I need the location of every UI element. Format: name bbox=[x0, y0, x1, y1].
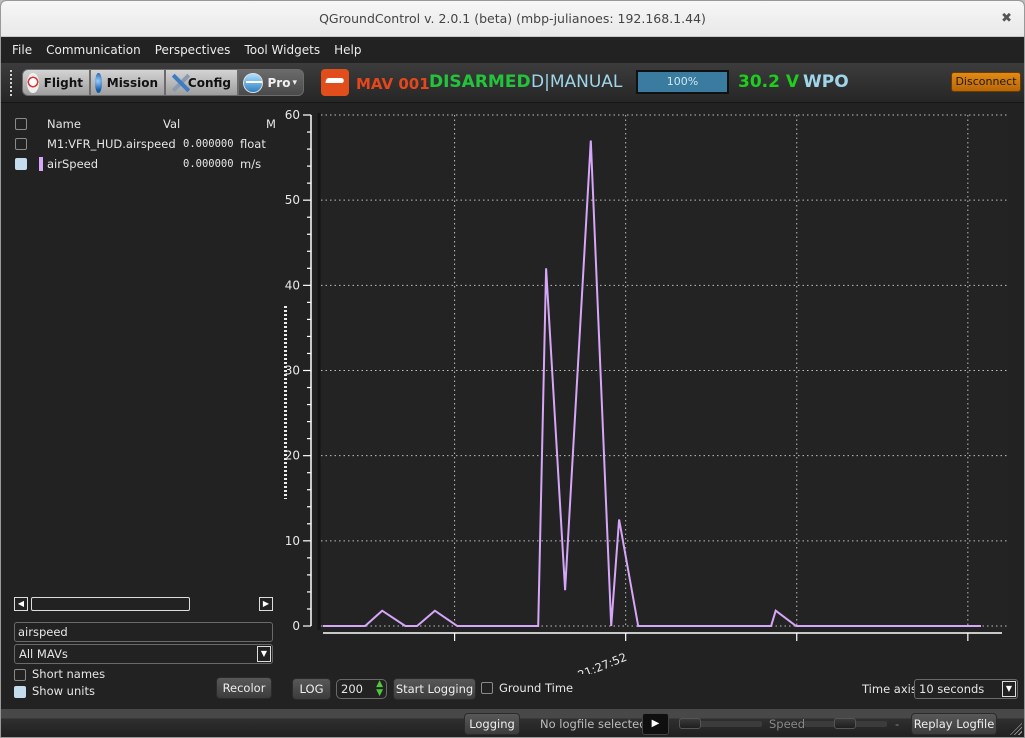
title-bar: QGroundControl v. 2.0.1 (beta) (mbp-juli… bbox=[1, 1, 1024, 37]
x-tick-label: 21:27:52 bbox=[576, 650, 629, 674]
airplane-icon[interactable] bbox=[321, 69, 349, 96]
short-names-checkbox[interactable] bbox=[14, 669, 26, 681]
perspective-pro-label: Pro bbox=[267, 75, 291, 90]
disconnect-button[interactable]: Disconnect bbox=[951, 72, 1021, 92]
time-axis-value: 10 seconds bbox=[919, 682, 985, 696]
y-tick-label: 0 bbox=[292, 619, 300, 633]
close-icon[interactable]: ✖ bbox=[1001, 1, 1012, 37]
mav-filter-select[interactable]: All MAVs ▼ bbox=[14, 644, 273, 664]
time-axis-label: Time axis: bbox=[862, 682, 921, 696]
column-header-value[interactable]: Val bbox=[163, 117, 180, 131]
start-logging-button[interactable]: Start Logging bbox=[393, 678, 476, 700]
time-axis-select[interactable]: 10 seconds ▼ bbox=[914, 679, 1018, 699]
select-all-checkbox[interactable] bbox=[15, 118, 27, 130]
show-units-label: Show units bbox=[32, 684, 95, 698]
app-window: QGroundControl v. 2.0.1 (beta) (mbp-juli… bbox=[0, 0, 1025, 738]
logfile-status: No logfile selected.. bbox=[540, 717, 654, 731]
replay-logfile-button[interactable]: Replay Logfile bbox=[911, 713, 997, 735]
perspective-mission-button[interactable]: Mission bbox=[90, 69, 165, 96]
short-names-label: Short names bbox=[32, 667, 106, 681]
menu-tool-widgets[interactable]: Tool Widgets bbox=[237, 43, 327, 57]
y-tick-label: 60 bbox=[285, 108, 300, 122]
toolbar-grip-handle[interactable] bbox=[9, 69, 13, 97]
perspective-config-button[interactable]: Config bbox=[165, 69, 238, 96]
position-slider[interactable] bbox=[679, 718, 762, 729]
y-tick-label: 30 bbox=[285, 364, 300, 378]
spin-arrows-icon[interactable]: ▲ ▼ bbox=[376, 680, 383, 698]
plot-canvas bbox=[319, 113, 1008, 630]
y-tick-label: 40 bbox=[285, 278, 300, 292]
curve-filter-input[interactable] bbox=[14, 622, 273, 642]
curve-name: M1:VFR_HUD.airspeed bbox=[47, 137, 176, 151]
menu-help[interactable]: Help bbox=[327, 43, 368, 57]
waypoint-indicator: WPO bbox=[803, 72, 849, 92]
scrollbar-thumb[interactable] bbox=[31, 597, 190, 611]
perspective-flight-button[interactable]: Flight bbox=[22, 69, 90, 96]
curve-unit: float bbox=[240, 137, 266, 151]
logging-button[interactable]: Logging bbox=[464, 713, 520, 735]
show-units-checkbox[interactable] bbox=[14, 686, 26, 698]
battery-voltage: 30.2 V bbox=[738, 72, 800, 92]
curve-list-panel: Name Val M M1:VFR_HUD.airspeed 0.000000 … bbox=[1, 104, 283, 709]
window-title: QGroundControl v. 2.0.1 (beta) (mbp-juli… bbox=[319, 11, 706, 26]
curve-value: 0.000000 bbox=[183, 138, 234, 150]
speed-value: - bbox=[895, 717, 900, 731]
chevron-down-icon: ▼ bbox=[257, 646, 271, 662]
log-count-value: 200 bbox=[341, 682, 363, 696]
curve-name: airSpeed bbox=[47, 157, 99, 171]
airspeed-plot[interactable]: 0 10 20 30 40 50 60 21:27:52 bbox=[283, 104, 1025, 674]
battery-bar: 100% bbox=[636, 70, 729, 94]
column-header-unit[interactable]: M bbox=[266, 117, 276, 131]
log-count-spinbox[interactable]: 200 ▲ ▼ bbox=[336, 679, 387, 699]
menu-file[interactable]: File bbox=[5, 43, 39, 57]
chevron-down-icon: ▼ bbox=[1002, 681, 1016, 697]
menu-perspectives[interactable]: Perspectives bbox=[148, 43, 238, 57]
y-tick-label: 20 bbox=[285, 449, 300, 463]
curve-checkbox[interactable] bbox=[15, 138, 27, 150]
slider-handle[interactable] bbox=[679, 718, 701, 729]
recolor-button[interactable]: Recolor bbox=[216, 677, 272, 699]
tools-icon bbox=[170, 73, 183, 93]
ground-time-label: Ground Time bbox=[499, 681, 574, 695]
flight-mode: D|MANUAL bbox=[531, 72, 623, 92]
curve-value: 0.000000 bbox=[183, 158, 234, 170]
chevron-down-icon: ▾ bbox=[292, 77, 297, 88]
curve-color-swatch[interactable] bbox=[39, 157, 43, 171]
shield-icon bbox=[27, 72, 39, 93]
column-header-name[interactable]: Name bbox=[47, 117, 81, 131]
scroll-left-icon[interactable]: ◀ bbox=[14, 597, 28, 611]
slider-handle[interactable] bbox=[834, 718, 856, 729]
arm-state: DISARMED bbox=[429, 72, 531, 92]
perspective-flight-label: Flight bbox=[43, 75, 83, 90]
perspective-pro-button[interactable]: Pro ▾ bbox=[238, 69, 304, 96]
scroll-right-icon[interactable]: ▶ bbox=[259, 597, 273, 611]
perspective-config-label: Config bbox=[187, 75, 231, 90]
menu-communication[interactable]: Communication bbox=[39, 43, 148, 57]
ground-time-checkbox[interactable] bbox=[481, 682, 493, 694]
perspective-mission-label: Mission bbox=[106, 75, 158, 90]
monitor-icon bbox=[243, 72, 263, 93]
curve-checkbox[interactable] bbox=[15, 158, 27, 170]
log-button[interactable]: LOG bbox=[292, 678, 331, 700]
globe-icon bbox=[95, 72, 102, 93]
speed-label: Speed bbox=[769, 717, 806, 731]
menu-bar: File Communication Perspectives Tool Wid… bbox=[1, 37, 1024, 63]
y-tick-label: 50 bbox=[285, 193, 300, 207]
mav-name: MAV 001 bbox=[356, 75, 430, 93]
speed-slider[interactable] bbox=[804, 718, 887, 729]
horizontal-scrollbar[interactable]: ◀ ▶ bbox=[14, 597, 273, 611]
play-icon[interactable]: ▶ bbox=[642, 713, 669, 735]
curve-unit: m/s bbox=[240, 157, 262, 171]
mav-filter-value: All MAVs bbox=[19, 647, 68, 661]
battery-percent: 100% bbox=[666, 75, 699, 88]
y-tick-label: 10 bbox=[285, 534, 300, 548]
